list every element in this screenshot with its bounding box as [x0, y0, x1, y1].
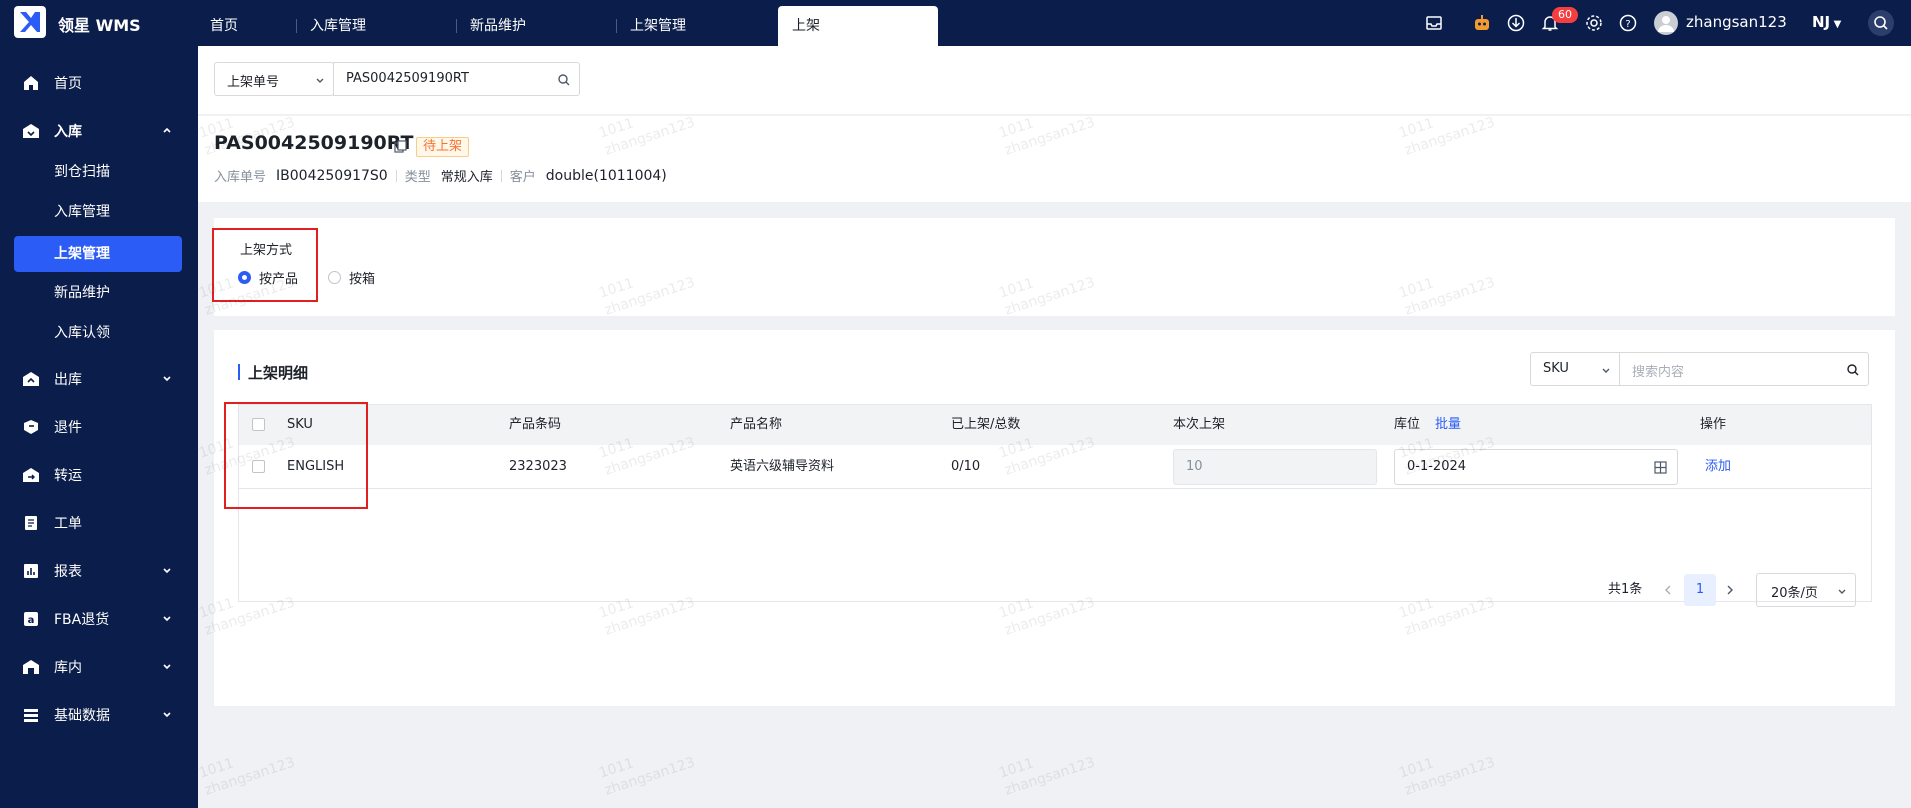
tab-inbound-management[interactable]: 入库管理: [296, 6, 436, 46]
add-button[interactable]: 添加: [1705, 445, 1731, 489]
brand-name: 领星 WMS: [58, 16, 141, 35]
tab-putaway-management[interactable]: 上架管理: [616, 6, 756, 46]
notification-badge: 60: [1552, 7, 1578, 23]
sidebar-sub-putaway-management[interactable]: 上架管理: [14, 236, 182, 272]
mode-option-by-box[interactable]: 按箱: [328, 268, 375, 287]
column-progress: 已上架/总数: [951, 417, 1021, 432]
brand-logo[interactable]: [14, 6, 46, 38]
global-search-button[interactable]: [1868, 10, 1894, 36]
chevron-down-icon: [163, 376, 171, 382]
svg-text:?: ?: [1625, 19, 1630, 30]
copy-icon[interactable]: [394, 140, 407, 153]
inbound-type: 常规入库: [440, 170, 493, 185]
sidebar-sub-inbound-management[interactable]: 入库管理: [14, 194, 182, 230]
chevron-down-icon: [316, 78, 324, 83]
workorder-icon: [25, 516, 37, 530]
grid-picker-icon[interactable]: [1654, 461, 1667, 474]
sidebar-item-returns[interactable]: 退件: [14, 409, 182, 445]
page-1-button[interactable]: 1: [1684, 574, 1716, 606]
sidebar-item-fba-returns[interactable]: a FBA退货: [14, 601, 182, 637]
order-meta: 入库单号 IB004250917S0 类型 常规入库 客户 double(101…: [214, 167, 667, 186]
chevron-down-icon: [1602, 368, 1610, 373]
search-icon: [1874, 16, 1888, 30]
sidebar-item-transfer[interactable]: 转运: [14, 457, 182, 493]
sidebar-item-work-order[interactable]: 工单: [14, 505, 182, 541]
username[interactable]: zhangsan123: [1686, 13, 1787, 31]
search-field-select[interactable]: 上架单号: [214, 62, 334, 96]
chevron-down-icon: [1838, 589, 1846, 594]
cell-progress: 0/10: [951, 459, 981, 474]
settings-icon[interactable]: [1584, 13, 1604, 33]
search-icon[interactable]: [1846, 363, 1860, 377]
customer: double(1011004): [545, 167, 667, 184]
page-size-select[interactable]: 20条/页: [1756, 573, 1856, 607]
column-barcode: 产品条码: [509, 417, 562, 432]
detail-search-input[interactable]: 搜索内容: [1619, 352, 1869, 386]
home-icon: [24, 76, 38, 90]
sidebar-item-outbound[interactable]: 出库: [14, 361, 182, 397]
help-icon[interactable]: ?: [1618, 13, 1638, 33]
title-accent: [238, 364, 240, 380]
detail-filter-select[interactable]: SKU: [1530, 352, 1620, 386]
search-input[interactable]: PAS0042509190RT: [333, 62, 580, 96]
cell-barcode: 2323023: [509, 459, 567, 474]
warehouse-icon: [23, 660, 39, 674]
sidebar-item-home[interactable]: 首页: [14, 65, 182, 101]
column-actions: 操作: [1700, 417, 1727, 432]
inbound-number: IB004250917S0: [276, 167, 388, 184]
putaway-detail-panel: 上架明细 SKU 搜索内容 SKU 产品条码 产品名称 已上架/总数 本次上架 …: [214, 330, 1895, 706]
sidebar-item-inbound[interactable]: 入库: [14, 113, 182, 149]
sidebar: 首页 入库 到仓扫描 入库管理 上架管理 新品维护 入库认领 出库 退件 转运 …: [0, 46, 198, 808]
logo-icon: [20, 12, 40, 32]
chevron-down-icon: [163, 664, 171, 670]
report-icon: [24, 564, 38, 578]
chevron-down-icon: [163, 568, 171, 574]
status-badge: 待上架: [416, 137, 470, 157]
download-icon[interactable]: [1506, 13, 1526, 33]
inbox-icon[interactable]: [1424, 13, 1444, 33]
detail-title: 上架明细: [248, 364, 309, 382]
chevron-up-icon: [163, 127, 171, 133]
data-icon: [24, 709, 38, 722]
tab-home[interactable]: 首页: [196, 6, 262, 46]
pagination-total: 共1条: [1608, 582, 1643, 597]
inbound-icon: [23, 124, 39, 138]
chevron-down-icon: [163, 712, 171, 718]
top-bar: 领星 WMS 首页 入库管理 新品维护 上架管理 上架 60 ? zhangsa…: [0, 0, 1911, 46]
svg-text:a: a: [28, 615, 35, 626]
tab-putaway[interactable]: 上架: [778, 6, 938, 46]
amazon-icon: a: [24, 612, 38, 626]
sidebar-sub-new-product[interactable]: 新品维护: [14, 275, 182, 311]
search-bar: 上架单号 PAS0042509190RT: [198, 46, 1911, 114]
column-product-name: 产品名称: [730, 417, 783, 432]
search-icon[interactable]: [557, 73, 571, 87]
sidebar-item-in-warehouse[interactable]: 库内: [14, 649, 182, 685]
robot-icon[interactable]: [1472, 13, 1492, 33]
outbound-icon: [23, 372, 39, 386]
sidebar-sub-inbound-claim[interactable]: 入库认领: [14, 315, 182, 351]
sidebar-item-reports[interactable]: 报表: [14, 553, 182, 589]
sidebar-sub-arrival-scan[interactable]: 到仓扫描: [14, 154, 182, 190]
warehouse-switch[interactable]: NJ ▼: [1812, 13, 1841, 31]
cell-product-name: 英语六级辅导资料: [730, 459, 835, 474]
chevron-right-icon[interactable]: [1724, 584, 1736, 596]
chevron-left-icon[interactable]: [1662, 584, 1674, 596]
return-icon: [24, 420, 38, 434]
column-putaway-qty: 本次上架: [1173, 417, 1226, 432]
sidebar-item-base-data[interactable]: 基础数据: [14, 697, 182, 733]
putaway-qty-input[interactable]: 10: [1173, 449, 1377, 485]
transfer-icon: [23, 468, 39, 482]
avatar[interactable]: [1654, 11, 1678, 35]
chevron-down-icon: [163, 616, 171, 622]
caret-down-icon: ▼: [1830, 19, 1842, 30]
radio-unselected-icon: [328, 271, 341, 284]
user-icon: [1658, 16, 1674, 32]
tab-new-product[interactable]: 新品维护: [456, 6, 596, 46]
